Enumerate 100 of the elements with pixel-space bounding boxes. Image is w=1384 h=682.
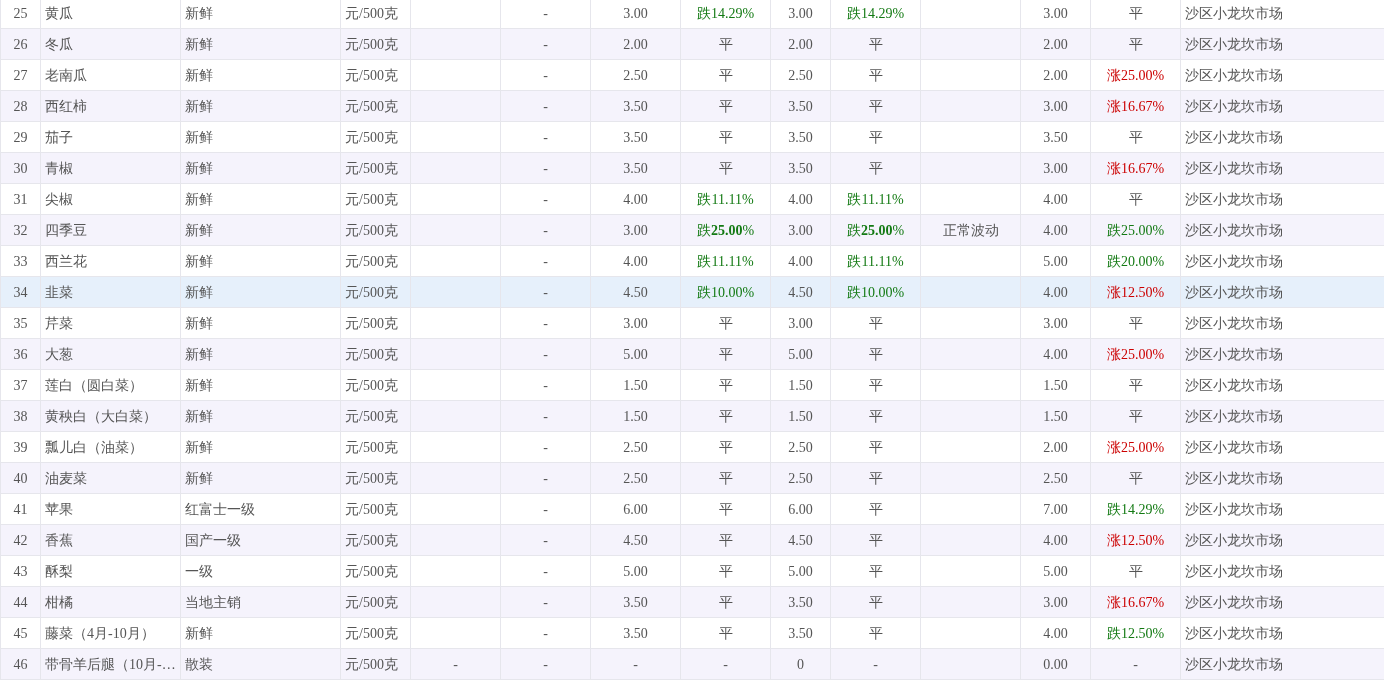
table-cell: 沙区小龙坎市场 (1180, 214, 1384, 246)
table-cell: 平 (680, 586, 771, 618)
table-cell: 涨25.00% (1090, 338, 1181, 370)
table-cell: 新鲜 (180, 245, 341, 277)
table-row[interactable]: 31 尖椒 新鲜 元/500克 - 4.00 跌11.11% 4.00 跌11.11% 4.00 平 沙区小龙坎市场 (0, 183, 1384, 215)
table-row[interactable]: 29 茄子 新鲜 元/500克 - 3.50 平 3.50 平 3.50 平 沙区小龙坎市场 (0, 121, 1384, 153)
table-cell: 跌11.11% (830, 245, 921, 277)
table-cell: 跌11.11% (680, 183, 771, 215)
table-cell: 4.00 (770, 245, 831, 277)
table-cell: 5.00 (770, 338, 831, 370)
table-cell: 带骨羊后腿（10月-… (40, 648, 181, 680)
table-cell: 沙区小龙坎市场 (1180, 648, 1384, 680)
table-cell: 西兰花 (40, 245, 181, 277)
table-row[interactable]: 44 柑橘 当地主销 元/500克 - 3.50 平 3.50 平 3.00 涨16.67% 沙区小龙坎市场 (0, 586, 1384, 618)
table-cell: - (500, 90, 591, 122)
table-row[interactable]: 25 黄瓜 新鲜 元/500克 - 3.00 跌14.29% 3.00 跌14.29% 3.00 平 沙区小龙坎市场 (0, 0, 1384, 29)
table-cell: 沙区小龙坎市场 (1180, 152, 1384, 184)
table-cell: 平 (680, 121, 771, 153)
table-row[interactable]: 45 藤菜（4月-10月） 新鲜 元/500克 - 3.50 平 3.50 平 4.00 跌12.50% 沙区小龙坎市场 (0, 617, 1384, 649)
table-cell: 元/500克 (340, 462, 411, 494)
table-cell: 平 (830, 307, 921, 339)
table-cell: 新鲜 (180, 183, 341, 215)
table-cell: 平 (830, 400, 921, 432)
table-row[interactable]: 28 西红柿 新鲜 元/500克 - 3.50 平 3.50 平 3.00 涨16.67% 沙区小龙坎市场 (0, 90, 1384, 122)
table-cell: 2.50 (770, 462, 831, 494)
table-cell: 平 (830, 90, 921, 122)
table-row[interactable]: 40 油麦菜 新鲜 元/500克 - 2.50 平 2.50 平 2.50 平 沙区小龙坎市场 (0, 462, 1384, 494)
table-cell: 西红柿 (40, 90, 181, 122)
table-cell: 跌14.29% (680, 0, 771, 29)
table-cell: 新鲜 (180, 369, 341, 401)
table-cell: 36 (0, 338, 41, 370)
table-row[interactable]: 43 酥梨 一级 元/500克 - 5.00 平 5.00 平 5.00 平 沙区小龙坎市场 (0, 555, 1384, 587)
table-cell: 元/500克 (340, 214, 411, 246)
table-cell: 1.50 (770, 369, 831, 401)
table-cell: 元/500克 (340, 121, 411, 153)
table-cell: 沙区小龙坎市场 (1180, 462, 1384, 494)
table-cell: 正常波动 (920, 214, 1021, 246)
table-cell: 红富士一级 (180, 493, 341, 525)
table-cell: 5.00 (770, 555, 831, 587)
table-cell: 平 (830, 59, 921, 91)
table-cell: 一级 (180, 555, 341, 587)
table-cell: 平 (680, 152, 771, 184)
table-row[interactable]: 27 老南瓜 新鲜 元/500克 - 2.50 平 2.50 平 2.00 涨25.00% 沙区小龙坎市场 (0, 59, 1384, 91)
table-cell: 3.00 (1020, 152, 1091, 184)
table-cell: 5.00 (590, 555, 681, 587)
table-row[interactable]: 35 芹菜 新鲜 元/500克 - 3.00 平 3.00 平 3.00 平 沙区小龙坎市场 (0, 307, 1384, 339)
table-row[interactable]: 33 西兰花 新鲜 元/500克 - 4.00 跌11.11% 4.00 跌11.11% 5.00 跌20.00% 沙区小龙坎市场 (0, 245, 1384, 277)
table-row[interactable]: 42 香蕉 国产一级 元/500克 - 4.50 平 4.50 平 4.00 涨12.50% 沙区小龙坎市场 (0, 524, 1384, 556)
table-cell: 平 (830, 524, 921, 556)
table-cell: - (1090, 648, 1181, 680)
table-cell: 5.00 (1020, 555, 1091, 587)
table-cell: 跌25.00% (680, 214, 771, 246)
table-cell: - (590, 648, 681, 680)
table-cell: 苹果 (40, 493, 181, 525)
table-cell: 沙区小龙坎市场 (1180, 400, 1384, 432)
table-row[interactable]: 37 莲白（圆白菜） 新鲜 元/500克 - 1.50 平 1.50 平 1.50 平 沙区小龙坎市场 (0, 369, 1384, 401)
table-cell: 4.00 (1020, 276, 1091, 308)
table-cell: 31 (0, 183, 41, 215)
table-cell: 2.00 (590, 28, 681, 60)
table-cell: 32 (0, 214, 41, 246)
table-cell: - (500, 617, 591, 649)
table-row[interactable]: 26 冬瓜 新鲜 元/500克 - 2.00 平 2.00 平 2.00 平 沙区小龙坎市场 (0, 28, 1384, 60)
table-cell: 元/500克 (340, 28, 411, 60)
table-cell: 茄子 (40, 121, 181, 153)
table-cell: 涨16.67% (1090, 90, 1181, 122)
table-cell: 26 (0, 28, 41, 60)
table-row[interactable]: 32 四季豆 新鲜 元/500克 - 3.00 跌25.00% 3.00 跌25.00% 正常波动 4.00 跌25.00% 沙区小龙坎市场 (0, 214, 1384, 246)
table-cell: 2.00 (770, 28, 831, 60)
table-cell: 平 (1090, 307, 1181, 339)
table-row[interactable]: 39 瓢儿白（油菜） 新鲜 元/500克 - 2.50 平 2.50 平 2.00 涨25.00% 沙区小龙坎市场 (0, 431, 1384, 463)
table-cell: - (500, 276, 591, 308)
table-cell: 元/500克 (340, 648, 411, 680)
table-row[interactable]: 30 青椒 新鲜 元/500克 - 3.50 平 3.50 平 3.00 涨16.67% 沙区小龙坎市场 (0, 152, 1384, 184)
table-cell: 元/500克 (340, 245, 411, 277)
table-cell: 沙区小龙坎市场 (1180, 90, 1384, 122)
table-row[interactable]: 38 黄秧白（大白菜） 新鲜 元/500克 - 1.50 平 1.50 平 1.50 平 沙区小龙坎市场 (0, 400, 1384, 432)
table-row[interactable]: 41 苹果 红富士一级 元/500克 - 6.00 平 6.00 平 7.00 跌14.29% 沙区小龙坎市场 (0, 493, 1384, 525)
table-cell: - (500, 121, 591, 153)
table-cell: - (500, 338, 591, 370)
table-cell: 新鲜 (180, 617, 341, 649)
table-cell: 3.00 (770, 307, 831, 339)
table-cell: 韭菜 (40, 276, 181, 308)
table-cell: 3.50 (590, 90, 681, 122)
table-cell: 45 (0, 617, 41, 649)
table-cell: 3.00 (1020, 307, 1091, 339)
table-cell: 4.00 (1020, 524, 1091, 556)
table-cell: 4.00 (1020, 617, 1091, 649)
table-cell: - (500, 555, 591, 587)
table-cell: 3.50 (590, 152, 681, 184)
table-cell: 平 (680, 617, 771, 649)
table-cell: 5.00 (1020, 245, 1091, 277)
table-cell: 6.00 (770, 493, 831, 525)
table-row[interactable]: 36 大葱 新鲜 元/500克 - 5.00 平 5.00 平 4.00 涨25.00% 沙区小龙坎市场 (0, 338, 1384, 370)
table-cell: 41 (0, 493, 41, 525)
table-cell: 新鲜 (180, 59, 341, 91)
table-cell: - (500, 214, 591, 246)
table-row[interactable]: 34 韭菜 新鲜 元/500克 - 4.50 跌10.00% 4.50 跌10.00% 4.00 涨12.50% 沙区小龙坎市场 (0, 276, 1384, 308)
table-row[interactable]: 46 带骨羊后腿（10月-… 散装 元/500克 - - - - 0 - 0.00 - 沙区小龙坎市场 (0, 648, 1384, 680)
table-cell: 黄瓜 (40, 0, 181, 29)
table-cell: 元/500克 (340, 307, 411, 339)
